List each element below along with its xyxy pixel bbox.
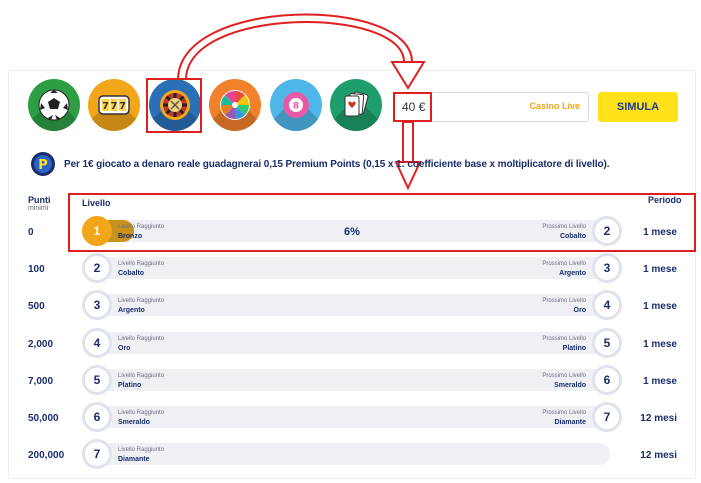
reached-label: Livello Raggiunto bbox=[118, 373, 165, 379]
level-badge: 6 bbox=[82, 402, 112, 432]
row-period: 12 mesi bbox=[640, 450, 677, 461]
row-points: 2,000 bbox=[28, 339, 54, 350]
level-badge: 3 bbox=[82, 290, 112, 320]
row-points: 100 bbox=[28, 264, 45, 275]
reached-name: Smeraldo bbox=[118, 419, 150, 426]
reached-label: Livello Raggiunto bbox=[118, 336, 165, 342]
row-points: 200,000 bbox=[28, 450, 65, 461]
row-period: 1 mese bbox=[643, 301, 677, 312]
level-badge: 7 bbox=[82, 439, 112, 469]
level-badge: 4 bbox=[82, 328, 112, 358]
next-label: Prossimo Livello bbox=[542, 336, 586, 342]
premium-points-simulator: 7 7 7 8 40 € Casino Live SIMULA P Per 1€… bbox=[0, 0, 701, 483]
row-points: 0 bbox=[28, 227, 34, 238]
points-header: Punti bbox=[28, 195, 51, 205]
row-points: 500 bbox=[28, 301, 45, 312]
reached-name: Diamante bbox=[118, 456, 150, 463]
reached-name: Platino bbox=[118, 382, 142, 389]
next-name: Smeraldo bbox=[554, 382, 586, 389]
level-progress-bar bbox=[90, 443, 610, 465]
level-badge: 2 bbox=[82, 253, 112, 283]
points-subheader: minimi bbox=[28, 205, 49, 212]
premium-points-info: Per 1€ giocato a denaro reale guadagnera… bbox=[64, 159, 610, 170]
reached-name: Oro bbox=[118, 345, 131, 352]
row-points: 7,000 bbox=[28, 376, 54, 387]
next-name: Argento bbox=[559, 270, 586, 277]
next-name: Oro bbox=[573, 307, 586, 314]
reached-label: Livello Raggiunto bbox=[118, 261, 165, 267]
reached-label: Livello Raggiunto bbox=[118, 447, 165, 453]
next-name: Platino bbox=[562, 345, 586, 352]
premium-points-logo-icon: P bbox=[31, 152, 55, 176]
next-label: Prossimo Livello bbox=[542, 410, 586, 416]
level-badge: 5 bbox=[82, 365, 112, 395]
row-period: 1 mese bbox=[643, 376, 677, 387]
reached-label: Livello Raggiunto bbox=[118, 298, 165, 304]
reached-name: Argento bbox=[118, 307, 145, 314]
row-points: 50,000 bbox=[28, 413, 59, 424]
next-label: Prossimo Livello bbox=[542, 261, 586, 267]
row-period: 12 mesi bbox=[640, 413, 677, 424]
row-period: 1 mese bbox=[643, 264, 677, 275]
current-row-highlight bbox=[68, 193, 696, 252]
next-label: Prossimo Livello bbox=[542, 298, 586, 304]
next-label: Prossimo Livello bbox=[542, 373, 586, 379]
next-name: Diamante bbox=[554, 419, 586, 426]
reached-label: Livello Raggiunto bbox=[118, 410, 165, 416]
svg-text:P: P bbox=[38, 158, 48, 173]
row-period: 1 mese bbox=[643, 339, 677, 350]
reached-name: Cobalto bbox=[118, 270, 145, 277]
